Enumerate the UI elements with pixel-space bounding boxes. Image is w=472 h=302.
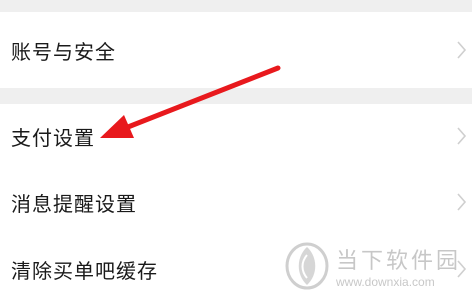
- settings-item-label: 清除买单吧缓存: [11, 258, 158, 283]
- chevron-right-icon: [457, 193, 467, 211]
- settings-item-account-security[interactable]: 账号与安全: [0, 12, 472, 88]
- settings-item-label: 消息提醒设置: [11, 191, 137, 216]
- downxia-logo-icon: [285, 242, 329, 290]
- settings-item-notifications[interactable]: 消息提醒设置: [0, 168, 472, 236]
- watermark: 当下软件园 www.downxia.com: [284, 234, 470, 298]
- settings-item-label: 账号与安全: [11, 39, 116, 64]
- chevron-right-icon: [457, 41, 467, 59]
- section-gap-middle: [0, 88, 472, 104]
- settings-item-payment[interactable]: 支付设置: [0, 104, 472, 168]
- section-gap-top: [0, 0, 472, 12]
- watermark-title: 当下软件园: [336, 249, 462, 274]
- chevron-right-icon: [457, 127, 467, 145]
- watermark-url: www.downxia.com: [336, 275, 435, 289]
- settings-item-label: 支付设置: [11, 125, 95, 150]
